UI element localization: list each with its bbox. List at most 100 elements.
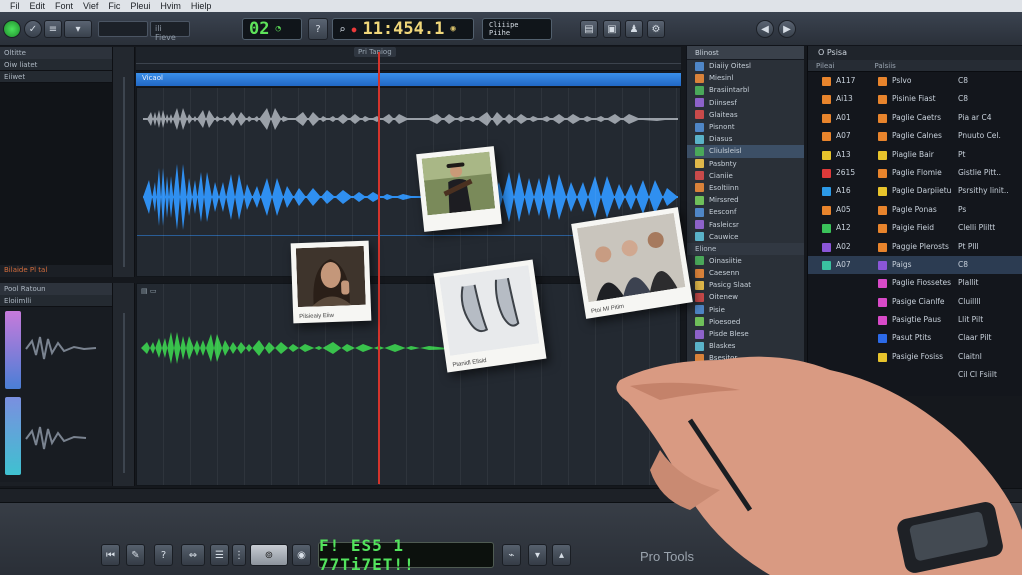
browser-item-icon <box>695 292 704 302</box>
clipboard-icon[interactable]: ▤ <box>580 20 598 38</box>
clip-id: A12 <box>836 223 851 233</box>
menu-help[interactable]: Hielp <box>191 1 212 11</box>
browser-item-label: Mirssred <box>709 196 739 205</box>
selection-bar[interactable]: Vicaol <box>136 73 681 86</box>
color-swatch <box>878 150 887 160</box>
browser-item[interactable]: Eesconf <box>687 206 804 218</box>
scroll-gutter-bottom[interactable] <box>113 283 135 486</box>
browser-item-icon <box>695 268 704 278</box>
clip-list-row[interactable]: A02 Paggie Plerosts Pt Plll <box>808 238 1022 256</box>
browser-item[interactable]: Cauwice <box>687 231 804 243</box>
mode-select-button[interactable]: ▾ <box>64 20 92 38</box>
link-icon[interactable]: ⌁ <box>502 544 521 566</box>
mixer-icon[interactable]: ≡ <box>44 20 62 38</box>
clip-list-row[interactable]: A117 Pslvo C8 <box>808 72 1022 90</box>
user-icon[interactable]: ♟ <box>625 20 643 38</box>
check-icon[interactable]: ✓ <box>24 20 42 38</box>
clip-meta: Pt <box>958 149 966 159</box>
pen-tool-icon[interactable]: ✎ <box>126 544 145 566</box>
browser-item[interactable]: Fasleicsr <box>687 218 804 230</box>
clip-list-row[interactable]: A16 Paglie Darpiietu Psrsithy linit.. <box>808 182 1022 200</box>
browser-item[interactable]: Diaiiy Oitesl <box>687 60 804 72</box>
browser-item[interactable]: Brasiintarbl <box>687 84 804 96</box>
browser-item[interactable]: Cianiie <box>687 170 804 182</box>
browser-item[interactable]: Caesenn <box>687 267 804 279</box>
browser-item[interactable]: Oinasiitie <box>687 255 804 267</box>
grid-field[interactable] <box>98 21 148 37</box>
color-swatch <box>878 187 887 197</box>
up-arrow-icon[interactable]: ▴ <box>552 544 571 566</box>
question-icon[interactable]: ? <box>308 18 328 40</box>
trim-tool-icon[interactable]: ⇔ <box>181 544 205 566</box>
marker-label[interactable]: Pri Taniog <box>354 47 396 57</box>
browser-item[interactable]: Pisnont <box>687 121 804 133</box>
image-icon[interactable]: ▣ <box>603 20 621 38</box>
record-enable-icon[interactable] <box>3 20 21 38</box>
browser-item[interactable]: Oitenew <box>687 291 804 303</box>
menu-edit[interactable]: Edit <box>30 1 46 11</box>
panel-sub-label: Oiw liatet <box>0 59 112 71</box>
main-counter[interactable]: ⌕ ● 11:454.1 ◉ <box>332 18 474 40</box>
browser-item[interactable]: Esoltiinn <box>687 182 804 194</box>
browser-item[interactable]: Diasus <box>687 133 804 145</box>
nudge-counter[interactable]: 02 ◔ <box>242 18 302 40</box>
browser-item[interactable]: Mirssred <box>687 194 804 206</box>
photo-sketch[interactable]: Ptanidl Ellsid <box>433 259 547 373</box>
loop-toggle-icon[interactable]: ⊚ <box>250 544 288 566</box>
menu-fic[interactable]: Fic <box>108 1 120 11</box>
column-header-1[interactable]: Pileai <box>816 62 835 70</box>
menu-hvim[interactable]: Hvim <box>160 1 181 11</box>
clip-list-row[interactable]: Paglie Fiossetes Plallit <box>808 274 1022 292</box>
clip-list-row[interactable]: Pasigtie Paus Llit Pilt <box>808 311 1022 329</box>
browser-item[interactable]: Pasbnty <box>687 158 804 170</box>
browser-item[interactable]: Miesinl <box>687 72 804 84</box>
settings-icon[interactable]: ⚙ <box>647 20 665 38</box>
menu-bar: Fil Edit Font Vief Fic Pleui Hvim Hielp <box>0 0 1022 12</box>
color-swatch <box>822 113 831 123</box>
info-bottom: Piihe <box>489 29 511 37</box>
browser-item[interactable]: Pasicg Slaat <box>687 279 804 291</box>
left-arrow-icon[interactable]: ◀ <box>756 20 774 38</box>
clip-list-row[interactable]: Ai13 Pisinie Fiast C8 <box>808 90 1022 108</box>
help-icon[interactable]: ? <box>154 544 173 566</box>
clip-list-row[interactable]: A01 Paglie Caetrs Pia ar C4 <box>808 109 1022 127</box>
menu-font[interactable]: Font <box>55 1 73 11</box>
clip-list-row[interactable]: A07 Paglie Calnes Pnuuto Cel. <box>808 127 1022 145</box>
zoom-icon[interactable]: ◉ <box>292 544 311 566</box>
menu-file[interactable]: Fil <box>10 1 20 11</box>
clip-list-row[interactable]: A05 Pagle Ponas Ps <box>808 201 1022 219</box>
clip-list-row[interactable]: A12 Paigie Fieid Clelli Pliltt <box>808 219 1022 237</box>
column-header-2[interactable]: Palsiis <box>875 62 896 70</box>
photo-group[interactable]: Ptoi Ml Pitim <box>571 207 693 319</box>
clip-meta: C8 <box>958 259 969 269</box>
search-field[interactable]: ili Fieve <box>150 21 190 42</box>
browser-item[interactable]: Diinsesf <box>687 97 804 109</box>
menu-pleui[interactable]: Pleui <box>130 1 150 11</box>
rewind-icon[interactable]: ⏮ <box>101 544 120 566</box>
browser-item[interactable]: Pioesoed <box>687 316 804 328</box>
playhead[interactable] <box>378 52 380 484</box>
clock-icon: ◔ <box>275 24 281 34</box>
clip-list-row[interactable]: Pasige Cianlfe Cluillll <box>808 293 1022 311</box>
color-swatch <box>878 77 887 86</box>
browser-item-icon <box>695 305 704 315</box>
browser-group[interactable]: Elione <box>687 242 804 255</box>
clip-list-row[interactable]: A13 Piaglie Bair Pt <box>808 146 1022 164</box>
photo-musician[interactable] <box>416 146 502 232</box>
track-name-row[interactable]: Eiiwet <box>0 71 112 83</box>
timeline-ruler[interactable]: Pri Taniog <box>136 47 681 71</box>
grabber-tool-icon[interactable]: ☰ <box>210 544 229 566</box>
browser-item[interactable]: Cliulsleisl <box>687 145 804 158</box>
right-arrow-icon[interactable]: ▶ <box>778 20 796 38</box>
browser-item[interactable]: Pisie <box>687 304 804 316</box>
photo-portrait[interactable]: Pilsieaiy Eiiw <box>290 240 372 324</box>
clip-list-row[interactable]: 2615 Paglie Flomie Gistlie Pitt.. <box>808 164 1022 182</box>
clip-id: A07 <box>836 259 851 269</box>
down-arrow-icon[interactable]: ▾ <box>528 544 547 566</box>
clip-id: A05 <box>836 204 851 214</box>
scroll-gutter-top[interactable] <box>113 47 135 277</box>
slider-icon[interactable]: ⋮ <box>232 544 246 566</box>
menu-view[interactable]: Vief <box>83 1 98 11</box>
clip-list-row[interactable]: A07 Paigs C8 <box>808 255 1022 275</box>
browser-item[interactable]: Glaiteas <box>687 109 804 121</box>
